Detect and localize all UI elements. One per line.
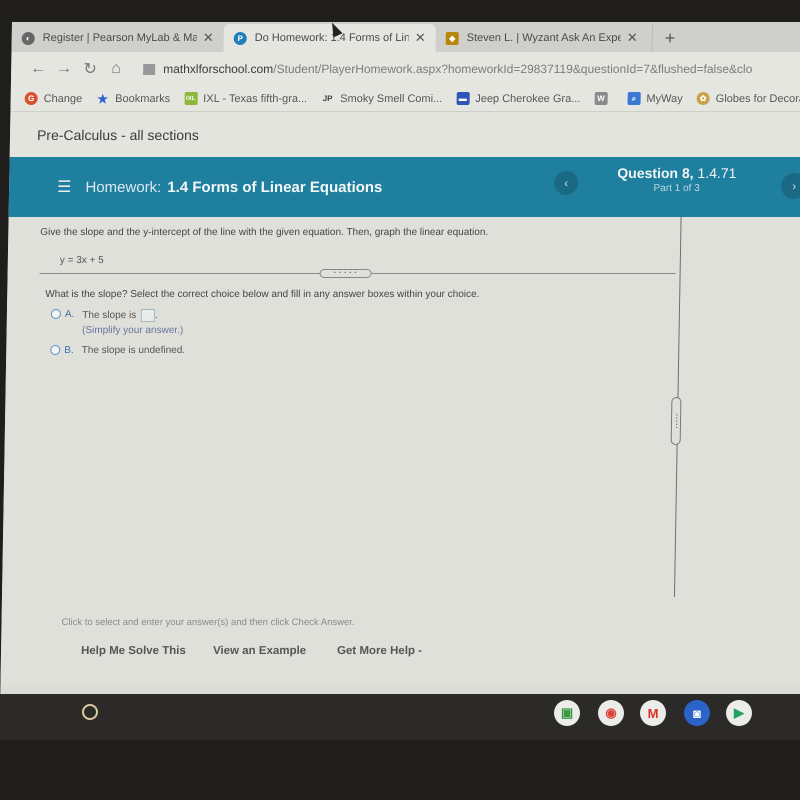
home-icon[interactable]: ⌂ bbox=[103, 60, 129, 78]
question-label: Question 8, bbox=[617, 165, 694, 181]
chevron-right-icon: › bbox=[792, 179, 797, 193]
previous-question-button[interactable]: ‹ bbox=[553, 171, 579, 195]
bookmark-change[interactable]: G Change bbox=[24, 92, 83, 105]
back-icon[interactable]: ← bbox=[25, 60, 51, 78]
classroom-icon[interactable]: ▣ bbox=[554, 700, 580, 726]
search-icon: ⌕ bbox=[627, 92, 641, 105]
play-store-icon[interactable]: ▶ bbox=[726, 700, 752, 726]
bookmark-smoky-smell[interactable]: JP Smoky Smell Comi... bbox=[321, 92, 443, 105]
tab-wyzant[interactable]: ◆ Steven L. | Wyzant Ask An Expert ✕ bbox=[435, 24, 647, 52]
tab-title: Register | Pearson MyLab & Mat bbox=[42, 32, 197, 44]
car-icon: ▬ bbox=[456, 92, 470, 105]
gmail-icon[interactable]: M bbox=[640, 700, 666, 726]
globe-decor-icon: ✿ bbox=[696, 92, 710, 105]
bookmark-globes[interactable]: ✿ Globes for Decora bbox=[696, 92, 800, 105]
choice-hint: (Simplify your answer.) bbox=[81, 325, 184, 336]
tab-register-pearson[interactable]: ◐ Register | Pearson MyLab & Mat ✕ bbox=[11, 24, 223, 52]
address-toolbar: ← → ↻ ⌂ mathxlforschool.com /Student/Pla… bbox=[10, 52, 800, 86]
google-plus-icon: G bbox=[24, 92, 38, 105]
chrome-icon[interactable]: ◉ bbox=[598, 700, 624, 726]
close-icon[interactable]: ✕ bbox=[415, 30, 426, 46]
bookmark-bookmarks[interactable]: ★ Bookmarks bbox=[96, 91, 171, 106]
globe-icon: ◐ bbox=[21, 31, 35, 45]
tab-strip: ◐ Register | Pearson MyLab & Mat ✕ P Do … bbox=[11, 22, 800, 52]
launcher-icon[interactable] bbox=[82, 704, 98, 720]
chevron-left-icon: ‹ bbox=[564, 176, 569, 190]
forward-icon[interactable]: → bbox=[51, 60, 77, 78]
slope-answer-input[interactable] bbox=[140, 309, 156, 322]
camera-icon[interactable]: ◙ bbox=[684, 700, 710, 726]
question-info: Question 8, 1.4.71 Part 1 of 3 bbox=[617, 165, 736, 194]
view-an-example-button[interactable]: View an Example bbox=[213, 645, 306, 657]
radio-choice-b[interactable] bbox=[50, 345, 61, 355]
bookmark-label: Globes for Decora bbox=[715, 92, 800, 105]
equation: y = 3x + 5 bbox=[59, 255, 104, 266]
star-icon: ★ bbox=[97, 91, 109, 106]
url-host: mathxlforschool.com bbox=[163, 62, 274, 76]
reload-icon[interactable]: ↻ bbox=[77, 59, 103, 79]
ixl-icon: IXL bbox=[184, 92, 198, 105]
check-answer-hint: Click to select and enter your answer(s)… bbox=[61, 617, 355, 628]
get-more-help-button[interactable]: Get More Help - bbox=[337, 645, 422, 657]
menu-icon[interactable]: ☰ bbox=[57, 177, 72, 197]
help-me-solve-this-button[interactable]: Help Me Solve This bbox=[81, 645, 186, 657]
bookmark-label: Bookmarks bbox=[115, 92, 171, 105]
os-shelf: ▣ ◉ M ◙ ▶ bbox=[0, 694, 800, 740]
course-title: Pre-Calculus - all sections bbox=[9, 112, 800, 157]
choice-suffix: . bbox=[154, 310, 158, 322]
bookmark-label: Change bbox=[43, 92, 83, 105]
choice-a[interactable]: A. The slope is . (Simplify your answer.… bbox=[50, 309, 184, 336]
w-icon: W bbox=[594, 92, 608, 105]
vertical-resize-handle[interactable]: • • • • • bbox=[670, 397, 682, 445]
next-question-button[interactable]: › bbox=[780, 173, 800, 199]
url-path: /Student/PlayerHomework.aspx?homeworkId=… bbox=[273, 62, 753, 76]
jp-icon: JP bbox=[322, 94, 333, 103]
bookmark-jeep-cherokee[interactable]: ▬ Jeep Cherokee Gra... bbox=[456, 92, 581, 105]
question-part: Part 1 of 3 bbox=[653, 183, 700, 194]
bookmark-w[interactable]: W bbox=[594, 92, 613, 105]
choice-letter: A. bbox=[64, 309, 75, 320]
sub-question: What is the slope? Select the correct ch… bbox=[45, 289, 480, 300]
bookmarks-bar: G Change ★ Bookmarks IXL IXL - Texas fif… bbox=[10, 86, 800, 112]
choice-text: The slope is undefined. bbox=[81, 345, 186, 356]
close-icon[interactable]: ✕ bbox=[203, 30, 214, 46]
close-icon[interactable]: ✕ bbox=[627, 30, 638, 46]
homework-title: 1.4 Forms of Linear Equations bbox=[167, 178, 383, 196]
question-instruction: Give the slope and the y-intercept of th… bbox=[40, 227, 489, 238]
browser-window: ◐ Register | Pearson MyLab & Mat ✕ P Do … bbox=[0, 22, 800, 694]
bookmark-label: Jeep Cherokee Gra... bbox=[475, 92, 581, 105]
choice-b[interactable]: B. The slope is undefined. bbox=[50, 345, 185, 356]
address-bar[interactable]: mathxlforschool.com /Student/PlayerHomew… bbox=[143, 62, 752, 76]
bookmark-label: Smoky Smell Comi... bbox=[340, 92, 443, 105]
site-info-icon[interactable] bbox=[143, 63, 156, 75]
new-tab-button[interactable]: + bbox=[651, 24, 688, 52]
homework-header: ☰ Homework: 1.4 Forms of Linear Equation… bbox=[8, 157, 800, 217]
bookmark-myway[interactable]: ⌕ MyWay bbox=[627, 92, 683, 105]
homework-label: Homework: bbox=[85, 178, 162, 196]
question-ref: 1.4.71 bbox=[697, 165, 737, 181]
bookmark-label: MyWay bbox=[646, 92, 683, 105]
choice-letter: B. bbox=[64, 345, 74, 356]
pearson-icon: P bbox=[233, 31, 247, 45]
horizontal-resize-handle[interactable]: • • • • • bbox=[319, 269, 372, 278]
radio-choice-a[interactable] bbox=[50, 309, 61, 319]
choice-text: The slope is bbox=[82, 310, 137, 322]
question-content: Give the slope and the y-intercept of th… bbox=[0, 217, 800, 687]
wyzant-icon: ◆ bbox=[445, 31, 459, 45]
bookmark-ixl[interactable]: IXL IXL - Texas fifth-gra... bbox=[184, 92, 307, 105]
question-number: Question 8, 1.4.71 bbox=[617, 165, 736, 181]
tab-title: Steven L. | Wyzant Ask An Expert bbox=[466, 32, 621, 44]
bookmark-label: IXL - Texas fifth-gra... bbox=[203, 92, 308, 105]
